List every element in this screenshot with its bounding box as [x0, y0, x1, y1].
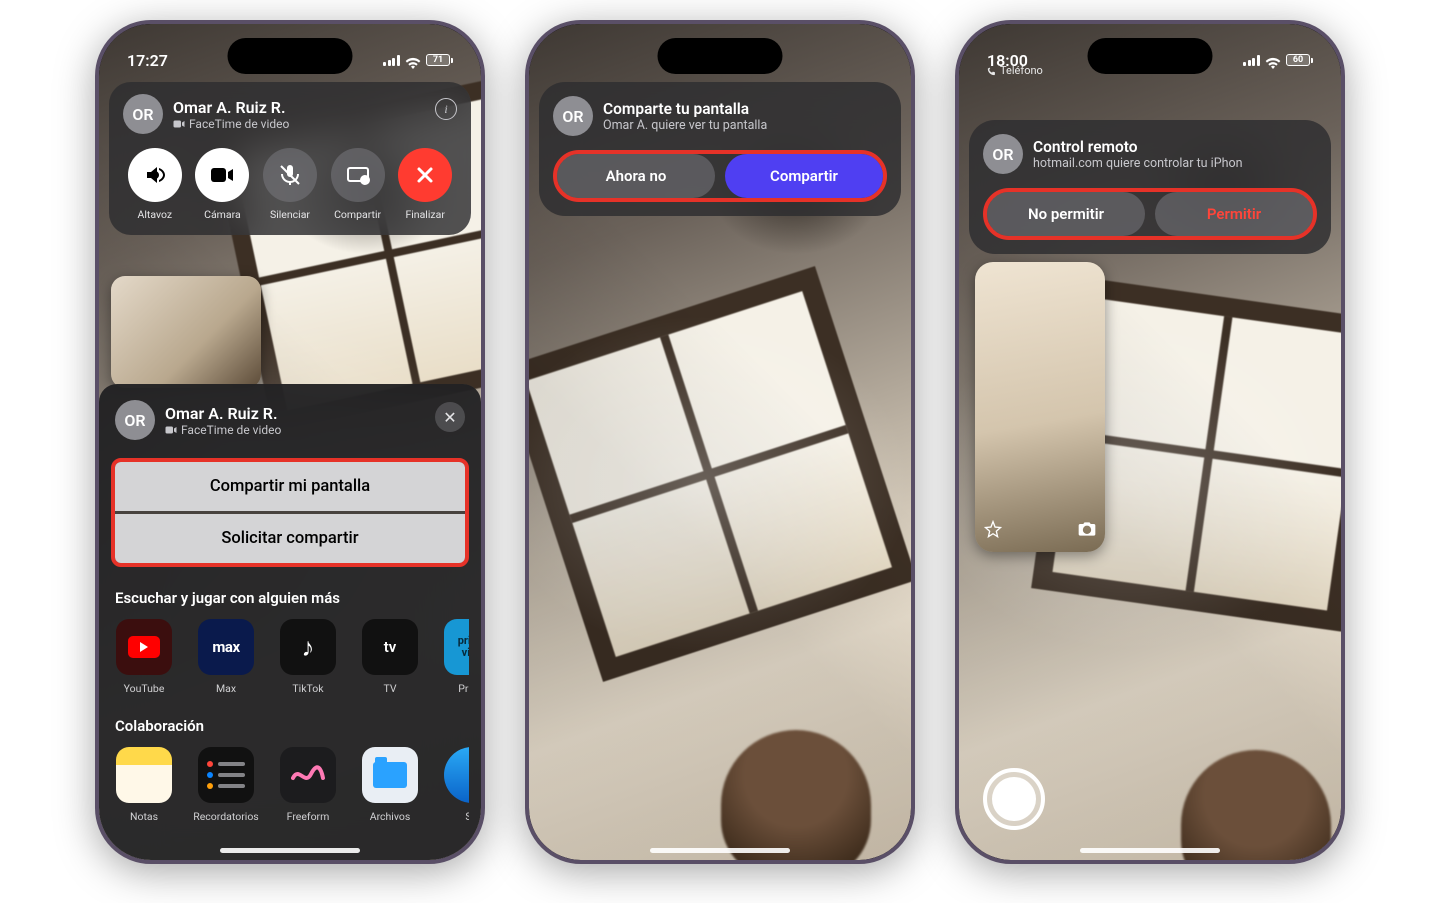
freeform-app-icon[interactable]	[280, 747, 336, 803]
self-view-pip[interactable]	[975, 262, 1105, 552]
banner-buttons-highlight: Ahora no Compartir	[553, 150, 887, 202]
app-label: Recordatorios	[193, 810, 258, 823]
camera-label: Cámara	[204, 208, 241, 221]
allow-button[interactable]: Permitir	[1155, 192, 1313, 236]
accept-share-button[interactable]: Compartir	[725, 154, 883, 198]
caller-avatar[interactable]: OR	[123, 94, 163, 134]
cellular-icon	[383, 55, 400, 66]
reminders-app-icon[interactable]	[198, 747, 254, 803]
app-label: YouTube	[124, 682, 165, 695]
home-indicator[interactable]	[220, 848, 360, 853]
share-label: Compartir	[334, 208, 381, 221]
sheet-avatar: OR	[115, 400, 155, 440]
prime-video-app-icon[interactable]: primevide	[444, 619, 469, 675]
share-button[interactable]	[331, 148, 385, 202]
safari-app-icon[interactable]	[444, 747, 469, 803]
sheet-name: Omar A. Ruiz R.	[165, 404, 281, 423]
request-share-button[interactable]: Solicitar compartir	[115, 511, 465, 563]
share-my-screen-button[interactable]: Compartir mi pantalla	[115, 462, 465, 511]
max-app-icon[interactable]: max	[198, 619, 254, 675]
collab-apps-row: Notas Recordatorios Freeform Archivos S…	[111, 747, 469, 823]
call-header-panel: OR Omar A. Ruiz R. FaceTime de video i A…	[109, 82, 471, 235]
remote-control-banner: OR Control remoto hotmail.com quiere con…	[969, 120, 1331, 254]
camera-flip-icon[interactable]	[1077, 520, 1097, 544]
appletv-app-icon[interactable]: tv	[362, 619, 418, 675]
share-options-highlight: Compartir mi pantalla Solicitar comparti…	[111, 458, 469, 567]
app-label: Archivos	[370, 810, 411, 823]
app-label: Freeform	[287, 810, 330, 823]
share-request-banner: OR Comparte tu pantalla Omar A. quiere v…	[539, 82, 901, 216]
share-sheet: OR Omar A. Ruiz R. FaceTime de video ✕ C…	[99, 384, 481, 860]
app-label: Max	[216, 682, 236, 695]
close-sheet-button[interactable]: ✕	[435, 402, 465, 432]
tiktok-app-icon[interactable]: ♪	[280, 619, 336, 675]
sheet-subtitle: FaceTime de video	[165, 423, 281, 437]
phone-3: 18:00 60 Teléfono OR Control remoto hotm…	[955, 20, 1345, 864]
banner-title: Comparte tu pantalla	[603, 100, 767, 118]
info-button[interactable]: i	[435, 98, 457, 120]
self-view-pip[interactable]	[111, 276, 261, 388]
phone-1: 17:27 71 OR Omar A. Ruiz R. FaceTime de …	[95, 20, 485, 864]
dynamic-island	[1088, 38, 1213, 74]
app-label: TikTok	[292, 682, 323, 695]
wifi-icon	[1265, 54, 1281, 66]
deny-button[interactable]: No permitir	[987, 192, 1145, 236]
files-app-icon[interactable]	[362, 747, 418, 803]
speaker-label: Altavoz	[137, 208, 172, 221]
effects-icon[interactable]	[983, 520, 1003, 544]
caller-subtitle: FaceTime de video	[173, 117, 289, 131]
dynamic-island	[658, 38, 783, 74]
status-time: 17:27	[127, 51, 168, 70]
app-label: S…	[465, 810, 469, 823]
home-indicator[interactable]	[1080, 848, 1220, 853]
decline-button[interactable]: Ahora no	[557, 154, 715, 198]
speaker-button[interactable]	[128, 148, 182, 202]
home-indicator[interactable]	[650, 848, 790, 853]
banner-avatar: OR	[983, 134, 1023, 174]
end-call-button[interactable]	[398, 148, 452, 202]
collaboration-title: Colaboración	[115, 717, 465, 735]
wifi-icon	[405, 54, 421, 66]
mute-button[interactable]	[263, 148, 317, 202]
mute-label: Silenciar	[270, 208, 310, 221]
banner-buttons-highlight: No permitir Permitir	[983, 188, 1317, 240]
youtube-app-icon[interactable]	[116, 619, 172, 675]
app-label: Notas	[130, 810, 158, 823]
battery-icon: 60	[1286, 54, 1313, 66]
end-label: Finalizar	[405, 208, 444, 221]
play-together-title: Escuchar y jugar con alguien más	[115, 589, 465, 607]
banner-title: Control remoto	[1033, 138, 1243, 156]
dynamic-island	[228, 38, 353, 74]
caller-name: Omar A. Ruiz R.	[173, 98, 289, 117]
app-label: TV	[383, 682, 396, 695]
phone-2: OR Comparte tu pantalla Omar A. quiere v…	[525, 20, 915, 864]
banner-subtitle: hotmail.com quiere controlar tu iPhon	[1033, 156, 1243, 171]
app-label: Prime	[458, 682, 469, 695]
banner-avatar: OR	[553, 96, 593, 136]
play-apps-row: YouTube max Max ♪ TikTok tv TV primevide Pri…	[111, 619, 469, 695]
notes-app-icon[interactable]	[116, 747, 172, 803]
banner-subtitle: Omar A. quiere ver tu pantalla	[603, 118, 767, 133]
cellular-icon	[1243, 55, 1260, 66]
battery-icon: 71	[426, 54, 453, 66]
status-time: 18:00	[987, 51, 1028, 70]
camera-button[interactable]	[195, 148, 249, 202]
shutter-button[interactable]	[983, 768, 1045, 830]
